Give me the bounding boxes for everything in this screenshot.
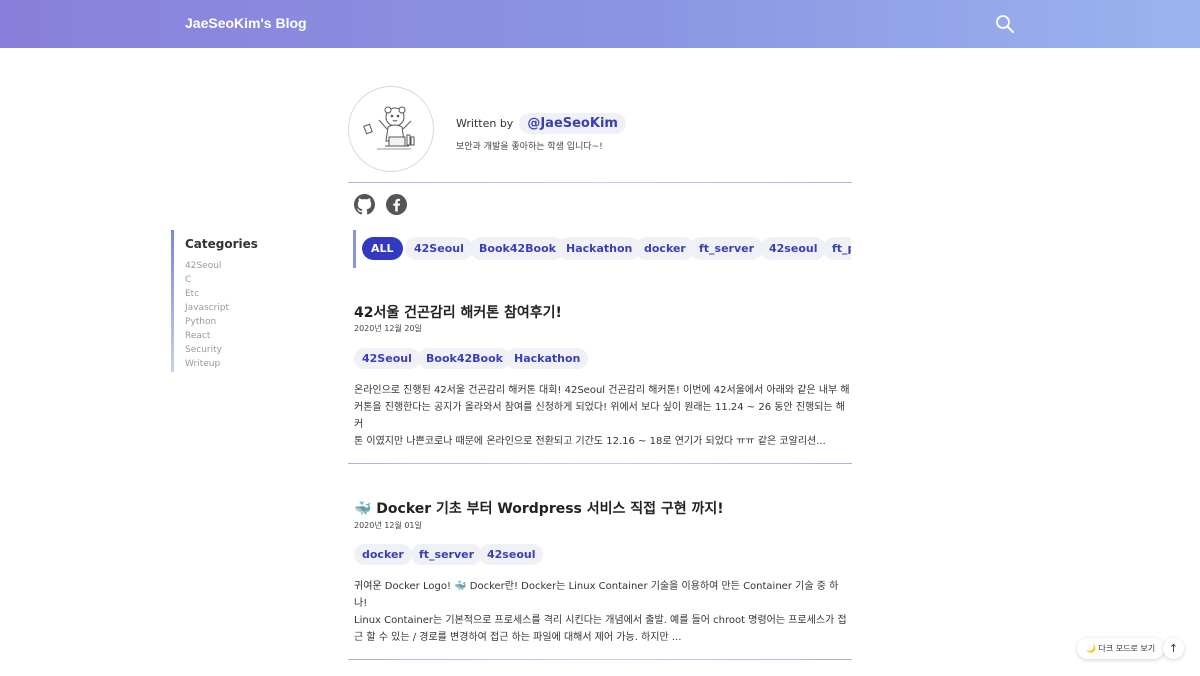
post-tag[interactable]: 42seoul [479, 544, 544, 565]
facebook-icon[interactable] [386, 194, 407, 215]
post-excerpt-line: 근 할 수 있는 / 경로를 변경하여 접근 하는 파일에 대해서 제어 가능.… [354, 632, 682, 643]
category-item-python[interactable]: Python [185, 315, 301, 329]
tag-filter-bar[interactable]: ALL 42Seoul Book42Book Hackathon docker … [353, 230, 851, 268]
post-excerpt-line: 온라인으로 진행된 42서울 건곤감리 해커톤 대회! 42Seoul 건곤감리… [354, 385, 850, 396]
arrow-up-icon[interactable]: ↑ [1163, 638, 1184, 659]
post-excerpt-line: 귀여운 Docker Logo! 🐳 Docker란! Docker는 Linu… [354, 581, 839, 609]
category-item-security[interactable]: Security [185, 343, 301, 357]
post-excerpt-line: 커톤을 진행한다는 공지가 올라와서 참여를 신청하게 되었다! 위에서 보다 … [354, 402, 845, 430]
category-item-etc[interactable]: Etc [185, 287, 301, 301]
category-item-c[interactable]: C [185, 273, 301, 287]
tag-filter-42seoul-lower[interactable]: 42seoul [760, 237, 827, 260]
post-divider [348, 659, 852, 660]
post-title[interactable]: 🐳 Docker 기초 부터 Wordpress 서비스 직접 구현 까지! [354, 498, 724, 518]
post-tag[interactable]: Book42Book [418, 348, 511, 369]
tag-filter-hackathon[interactable]: Hackathon [557, 237, 642, 260]
post-excerpt: 귀여운 Docker Logo! 🐳 Docker란! Docker는 Linu… [354, 578, 850, 646]
moon-icon: 🌙 [1086, 644, 1096, 653]
tag-filter-docker[interactable]: docker [635, 237, 695, 260]
written-by: Written by @JaeSeoKim [456, 113, 626, 134]
post-tag[interactable]: 42Seoul [354, 348, 420, 369]
tag-filter-42seoul[interactable]: 42Seoul [405, 237, 473, 260]
post-tag[interactable]: docker [354, 544, 412, 565]
post-excerpt-line: Linux Container는 기본적으로 프로세스를 격리 시킨다는 개념에… [354, 615, 847, 626]
post-excerpt: 온라인으로 진행된 42서울 건곤감리 해커톤 대회! 42Seoul 건곤감리… [354, 382, 850, 450]
category-item-writeup[interactable]: Writeup [185, 357, 301, 371]
categories-sidebar: Categories 42Seoul C Etc Javascript Pyth… [171, 230, 301, 372]
category-item-42seoul[interactable]: 42Seoul [185, 259, 301, 273]
search-icon[interactable] [995, 14, 1015, 34]
dark-mode-label: 다크 모드로 보기 [1098, 644, 1156, 653]
bio-divider [348, 182, 852, 183]
post-excerpt-line: 톤 이였지만 나쁜코로나 때문에 온라인으로 전환되고 기간도 12.16 ~ … [354, 436, 826, 447]
blog-title[interactable]: JaeSeoKim's Blog [185, 15, 307, 31]
post-title[interactable]: 42서울 건곤감리 해커톤 참여후기! [354, 302, 562, 322]
dark-mode-toggle[interactable]: 🌙 다크 모드로 보기 [1077, 638, 1165, 659]
post-tag[interactable]: Hackathon [506, 348, 589, 369]
author-link[interactable]: @JaeSeoKim [519, 113, 626, 134]
post-tag[interactable]: ft_server [411, 544, 483, 565]
tag-filter-ft-server[interactable]: ft_server [690, 237, 764, 260]
post-date: 2020년 12월 20일 [354, 324, 422, 333]
categories-title: Categories [185, 237, 258, 251]
tag-filter-all[interactable]: ALL [362, 237, 403, 260]
bio-description: 보안과 개발을 좋아하는 학생 입니다~! [456, 142, 603, 152]
category-item-react[interactable]: React [185, 329, 301, 343]
written-by-label: Written by [456, 117, 514, 130]
github-icon[interactable] [354, 194, 375, 215]
site-header: JaeSeoKim's Blog [0, 0, 1200, 48]
author-avatar [348, 86, 434, 172]
tag-filter-ft-p[interactable]: ft_p [823, 237, 851, 260]
category-item-javascript[interactable]: Javascript [185, 301, 301, 315]
post-divider [348, 463, 852, 464]
tag-filter-book42book[interactable]: Book42Book [470, 237, 565, 260]
post-date: 2020년 12월 01일 [354, 521, 422, 530]
